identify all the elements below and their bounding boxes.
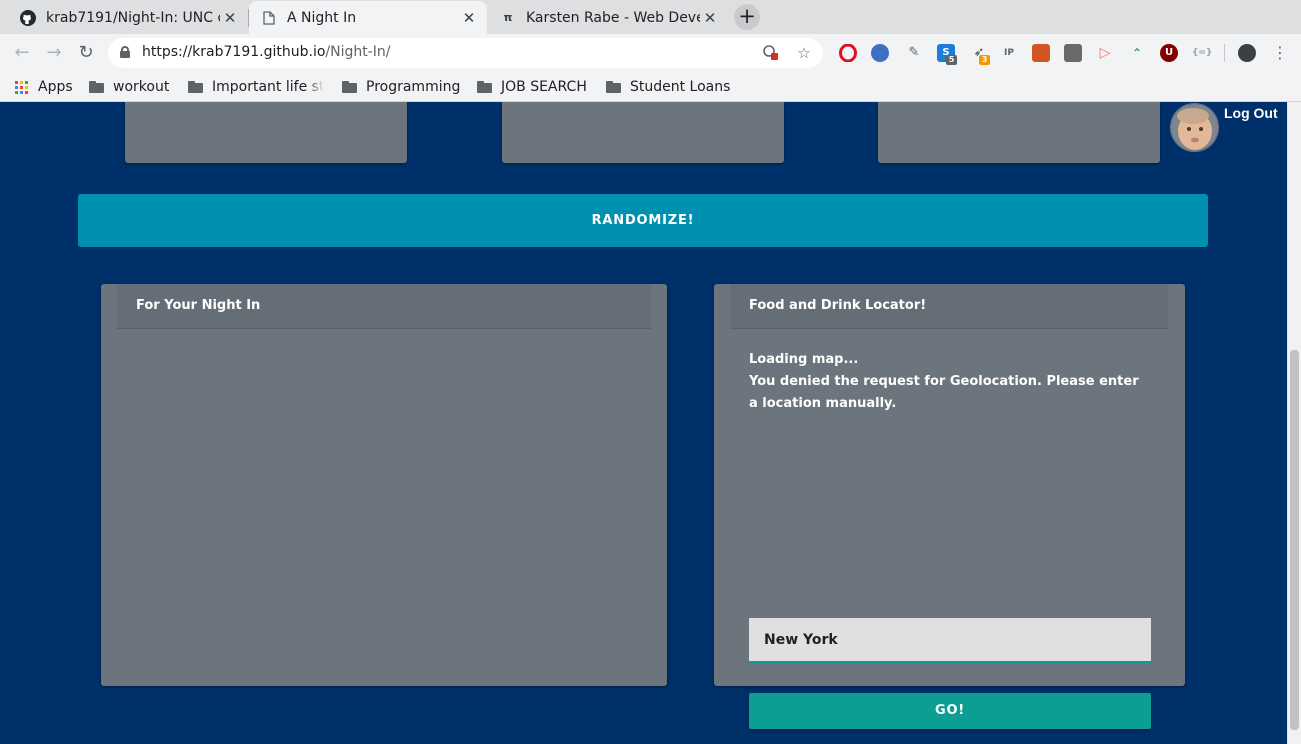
panel-header: For Your Night In <box>117 284 651 329</box>
panel-title: For Your Night In <box>136 298 261 313</box>
bookmark-job-search[interactable]: JOB SEARCH <box>477 77 587 97</box>
blocked-popup-icon[interactable] <box>761 44 779 62</box>
option-card[interactable] <box>878 102 1160 163</box>
page-content: Log Out RANDOMIZE! For Your Night In Foo… <box>0 102 1287 744</box>
bookmark-programming[interactable]: Programming <box>342 77 460 97</box>
tab-a-night-in[interactable]: A Night In ✕ <box>249 1 487 34</box>
close-icon[interactable]: ✕ <box>700 9 720 27</box>
tab-title: A Night In <box>287 9 357 26</box>
randomize-button[interactable]: RANDOMIZE! <box>78 194 1208 247</box>
bookmark-workout[interactable]: workout <box>89 77 169 97</box>
tab-karsten-rabe[interactable]: π Karsten Rabe - Web Devel ✕ <box>488 1 728 34</box>
reload-icon[interactable]: ↻ <box>74 41 98 65</box>
menu-icon[interactable]: ⋮ <box>1268 41 1292 65</box>
tab-title: krab7191/Night-In: UNC c <box>46 9 220 26</box>
avatar[interactable] <box>1170 103 1219 152</box>
opera-icon[interactable] <box>839 43 857 63</box>
forward-icon[interactable]: → <box>42 41 66 65</box>
orange-extension-icon[interactable] <box>1032 44 1050 62</box>
map-status-text: Loading map... You denied the request fo… <box>749 349 1149 415</box>
page-icon <box>261 10 277 26</box>
star-icon[interactable]: ☆ <box>795 44 813 62</box>
close-icon[interactable]: ✕ <box>220 9 240 27</box>
bookmarks-bar: Apps workout Important life st Programmi… <box>0 72 1301 102</box>
bookmark-student-loans[interactable]: Student Loans <box>606 77 730 97</box>
go-button[interactable]: GO! <box>749 693 1151 729</box>
bookmark-label: Programming <box>366 79 461 95</box>
eyedropper-icon[interactable]: ✎ <box>905 44 923 62</box>
cast-extension-icon[interactable]: ▷ <box>1096 44 1114 62</box>
bookmark-label: Apps <box>38 79 73 95</box>
panel-title: Food and Drink Locator! <box>749 298 927 313</box>
apps-grid-icon <box>15 80 28 94</box>
tab-title: Karsten Rabe - Web Devel <box>526 9 700 26</box>
s-extension-icon[interactable]: S5 <box>937 44 957 65</box>
location-input[interactable] <box>749 618 1151 663</box>
ip-extension-icon[interactable]: IP <box>1000 44 1018 62</box>
option-card[interactable] <box>125 102 407 163</box>
food-drink-locator-panel: Food and Drink Locator! Loading map... Y… <box>714 284 1185 729</box>
folder-icon <box>342 81 357 93</box>
night-in-panel: For Your Night In <box>101 284 667 686</box>
pi-icon: π <box>503 11 513 24</box>
lock-icon <box>120 46 130 58</box>
bookmark-label: JOB SEARCH <box>501 79 587 95</box>
bookmark-label: Important life st <box>212 79 325 95</box>
folder-icon <box>89 81 104 93</box>
bookmark-label: Student Loans <box>630 79 731 95</box>
green-extension-icon[interactable]: ⌃ <box>1128 44 1146 62</box>
profile-icon[interactable] <box>1238 44 1256 62</box>
folder-icon <box>188 81 203 93</box>
address-bar[interactable]: https://krab7191.github.io/Night-In/ ☆ <box>108 38 823 68</box>
github-icon <box>20 9 36 26</box>
code-extension-icon[interactable]: {=} <box>1192 44 1212 62</box>
url-text: https://krab7191.github.io/Night-In/ <box>142 44 391 60</box>
new-tab-button[interactable]: + <box>734 4 760 30</box>
arrow-extension-icon[interactable]: ➶ 3 <box>970 44 990 65</box>
bookmark-label: workout <box>113 79 170 95</box>
folder-icon <box>606 81 621 93</box>
ublock-icon[interactable]: U <box>1160 44 1178 62</box>
bookmark-apps[interactable]: Apps <box>15 77 73 97</box>
globe-extension-icon[interactable] <box>871 44 889 62</box>
bulb-extension-icon[interactable] <box>1064 44 1082 62</box>
back-icon[interactable]: ← <box>10 41 34 65</box>
close-icon[interactable]: ✕ <box>459 9 479 27</box>
geolocation-denied-message: You denied the request for Geolocation. … <box>749 374 1139 411</box>
folder-icon <box>477 81 492 93</box>
panel-header: Food and Drink Locator! <box>730 284 1168 329</box>
bookmark-important-life[interactable]: Important life st <box>188 77 326 97</box>
tab-github[interactable]: krab7191/Night-In: UNC c ✕ <box>8 1 248 34</box>
scrollbar-thumb[interactable] <box>1290 350 1299 730</box>
option-card[interactable] <box>502 102 784 163</box>
page-scrollbar[interactable] <box>1287 102 1301 744</box>
toolbar-divider <box>1224 44 1225 62</box>
logout-button[interactable]: Log Out <box>1224 105 1278 121</box>
tab-strip: krab7191/Night-In: UNC c ✕ A Night In ✕ … <box>0 0 1301 34</box>
loading-message: Loading map... <box>749 352 859 367</box>
browser-toolbar: ← → ↻ https://krab7191.github.io/Night-I… <box>0 34 1301 72</box>
